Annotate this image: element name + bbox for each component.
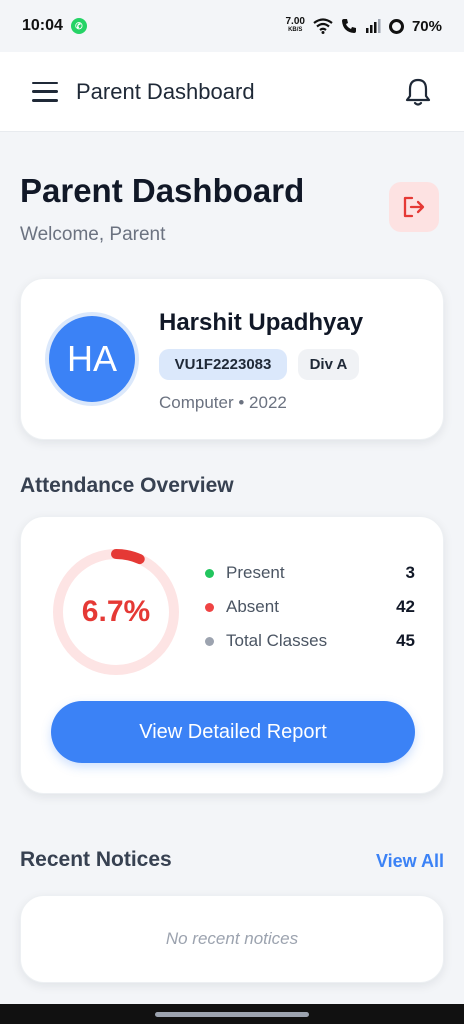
bell-icon[interactable] <box>404 77 432 107</box>
division-badge: Div A <box>298 349 359 380</box>
student-name: Harshit Upadhyay <box>159 309 364 336</box>
stat-present-value: 3 <box>405 563 415 582</box>
wifi-icon <box>313 18 333 34</box>
student-profile-card: HA Harshit Upadhyay VU1F2223083 Div A Co… <box>20 278 444 440</box>
status-bar: 10:04 ✆ 7.00 KB/S 70% <box>0 0 464 52</box>
attendance-percentage: 6.7% <box>81 595 151 628</box>
welcome-text: Welcome, Parent <box>20 224 166 245</box>
view-all-notices-link[interactable]: View All <box>376 851 444 872</box>
battery-level: 70% <box>411 17 442 35</box>
system-nav-bar <box>0 1004 464 1024</box>
avatar: HA <box>49 316 135 402</box>
student-department-year: Computer • 2022 <box>159 393 287 412</box>
stat-present: Present 3 <box>205 561 415 585</box>
present-dot <box>205 568 214 578</box>
stat-total-value: 45 <box>396 631 415 650</box>
stat-absent-value: 42 <box>396 597 415 616</box>
stat-absent-label: Absent <box>226 597 279 616</box>
stat-total-label: Total Classes <box>226 631 328 650</box>
view-detailed-report-button[interactable]: View Detailed Report <box>51 701 415 763</box>
app-bar: Parent Dashboard <box>0 52 464 132</box>
network-speed-value: 7.00 <box>285 16 305 27</box>
whatsapp-notification-icon: ✆ <box>70 18 87 34</box>
stat-absent: Absent 42 <box>205 595 415 619</box>
attendance-section-title: Attendance Overview <box>20 474 234 497</box>
call-icon <box>341 19 356 33</box>
logout-icon <box>403 196 425 218</box>
signal-icon <box>365 19 381 33</box>
status-indicators: 7.00 KB/S 70% <box>285 16 443 35</box>
app-bar-title: Parent Dashboard <box>76 78 255 104</box>
stat-present-label: Present <box>226 563 285 582</box>
battery-icon <box>388 18 404 34</box>
status-time: 10:04 <box>22 17 63 34</box>
logout-button[interactable] <box>389 182 439 232</box>
no-notices-text: No recent notices <box>165 929 299 948</box>
home-indicator[interactable] <box>155 1011 309 1017</box>
menu-icon[interactable] <box>32 81 58 102</box>
network-speed: 7.00 KB/S <box>285 16 305 34</box>
absent-dot <box>205 602 214 612</box>
roll-number-badge: VU1F2223083 <box>159 349 287 380</box>
stat-total: Total Classes 45 <box>205 629 415 653</box>
network-speed-unit: KB/S <box>288 27 303 33</box>
total-dot <box>205 636 214 646</box>
notices-section-title: Recent Notices <box>20 848 172 871</box>
page-title: Parent Dashboard <box>20 172 305 209</box>
attendance-card: 6.7% Present 3 Absent 42 Total Classes 4… <box>20 516 444 794</box>
notices-card: No recent notices <box>20 895 444 983</box>
